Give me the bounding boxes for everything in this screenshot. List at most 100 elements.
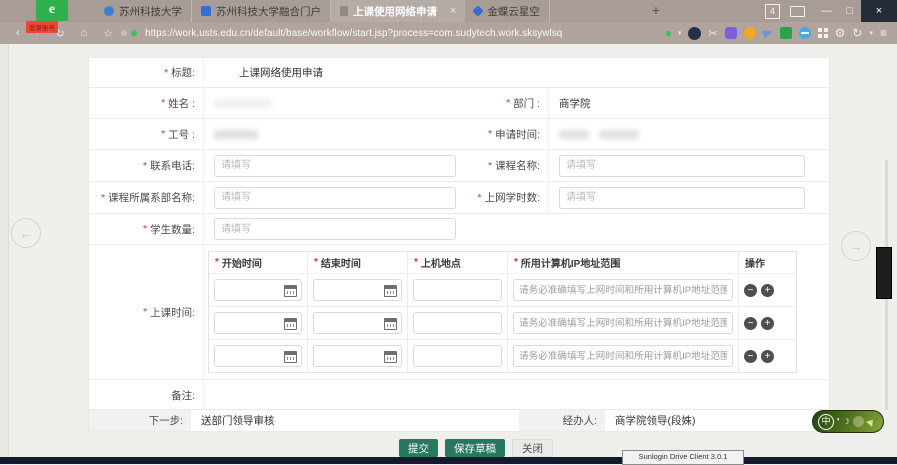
hours-input[interactable] [559, 187, 805, 209]
handler-value[interactable]: 商学院领导(段姝) [605, 410, 829, 431]
page-next-arrow[interactable]: → [841, 231, 871, 261]
required-marker: * [101, 192, 105, 204]
chevron-down-icon[interactable]: ▾ [869, 29, 873, 37]
share-minus-icon[interactable] [799, 27, 811, 39]
login-account-badge[interactable]: 登录账号 [26, 21, 58, 33]
page-favicon [340, 6, 348, 16]
header-operation: 操作 [738, 252, 796, 273]
home-icon[interactable]: ⌂ [81, 27, 88, 39]
tab-strip: 苏州科技大学 苏州科技大学融合门户 上课使用网络申请 × 金蝶云星空 [95, 0, 550, 22]
remove-row-button[interactable]: − [744, 317, 757, 330]
required-marker: * [477, 192, 481, 204]
phone-input[interactable] [214, 155, 456, 177]
ime-toolbar[interactable]: 中 ❜ ☽ [812, 410, 884, 433]
tray-icon[interactable] [790, 6, 805, 17]
close-window-button[interactable]: × [861, 0, 897, 22]
workflow-footer: 下一步: 送部门领导审核 经办人: 商学院领导(段姝) [88, 409, 830, 432]
adblock-icon[interactable] [688, 27, 701, 40]
tab-close-icon[interactable]: × [450, 5, 456, 17]
location-input[interactable] [413, 345, 502, 367]
history-undo-icon[interactable]: ↻ [852, 26, 862, 40]
remove-row-button[interactable]: − [744, 284, 757, 297]
course-dept-cell [204, 182, 456, 213]
redacted-name [214, 99, 272, 108]
tab-usts-home[interactable]: 苏州科技大学 [95, 0, 192, 22]
minimize-button[interactable]: — [815, 0, 838, 22]
url-text[interactable]: https://work.usts.edu.cn/default/base/wo… [145, 28, 562, 39]
handler-label: 经办人: [519, 410, 605, 431]
address-bar: ‹ › ↻ ⌂ ☆ https://work.usts.edu.cn/defau… [0, 22, 897, 44]
required-marker: * [161, 97, 165, 109]
remove-row-button[interactable]: − [744, 350, 757, 363]
add-row-button[interactable]: + [761, 284, 774, 297]
ime-arrow-icon[interactable] [866, 417, 876, 427]
site-info-icon[interactable] [121, 30, 127, 36]
extension-purple-icon[interactable] [725, 27, 737, 39]
location-input[interactable] [413, 279, 502, 301]
window-controls: 4 — □ × [765, 0, 897, 22]
close-button[interactable]: 关闭 [512, 439, 553, 457]
location-input[interactable] [413, 312, 502, 334]
send-page-icon[interactable] [762, 28, 774, 39]
title-value: 上课网络使用申请 [204, 58, 831, 87]
calendar-icon[interactable] [284, 318, 297, 330]
redacted-date [559, 130, 589, 139]
tab-usts-portal[interactable]: 苏州科技大学融合门户 [192, 0, 331, 22]
save-draft-button[interactable]: 保存草稿 [445, 439, 505, 457]
add-row-button[interactable]: + [761, 350, 774, 363]
tab-title: 上课使用网络申请 [353, 4, 437, 19]
dept-label: * 部门 : [456, 88, 549, 118]
required-marker: * [164, 67, 168, 79]
ip-range-input[interactable] [513, 312, 733, 334]
remark-value [204, 380, 831, 410]
scrollbar-thumb[interactable] [876, 247, 892, 299]
page-prev-arrow[interactable]: ← [11, 218, 41, 248]
restore-button[interactable]: □ [838, 0, 861, 22]
apps-grid-icon[interactable] [818, 28, 822, 32]
header-ip-range: * 所用计算机IP地址范围 [507, 252, 738, 273]
calendar-icon[interactable] [384, 318, 397, 330]
operation-cell: − + [738, 339, 796, 372]
ip-range-input[interactable] [513, 345, 733, 367]
screenshot-scissors-icon[interactable]: ✂ [708, 27, 717, 40]
tab-title: 苏州科技大学 [119, 4, 182, 19]
calendar-icon[interactable] [284, 285, 297, 297]
ime-moon-icon[interactable]: ☽ [843, 417, 850, 426]
submit-button[interactable]: 提交 [399, 439, 438, 457]
back-icon[interactable]: ‹ [16, 27, 20, 39]
required-marker: * [143, 160, 147, 172]
end-time-cell [307, 306, 407, 339]
chevron-down-icon[interactable]: ▾ [678, 29, 682, 37]
wechat-icon[interactable] [780, 27, 792, 39]
extension-orange-icon[interactable] [744, 27, 756, 39]
download-count-badge[interactable]: 4 [765, 4, 780, 19]
settings-gear-icon[interactable]: ⚙ [835, 26, 846, 40]
add-row-button[interactable]: + [761, 317, 774, 330]
ime-punctuation-icon[interactable]: ❜ [837, 417, 840, 426]
ip-range-input[interactable] [513, 279, 733, 301]
calendar-icon[interactable] [384, 351, 397, 363]
new-tab-button[interactable]: + [645, 0, 667, 22]
next-step-value[interactable]: 送部门领导审核 [191, 410, 519, 431]
course-dept-input[interactable] [214, 187, 456, 209]
menu-icon[interactable]: ≡ [880, 26, 887, 40]
redacted-empid [214, 130, 258, 139]
calendar-icon[interactable] [384, 285, 397, 297]
start-time-cell [209, 306, 307, 339]
browser-logo[interactable]: e [36, 0, 68, 21]
tab-network-application[interactable]: 上课使用网络申请 × [331, 0, 465, 22]
students-input[interactable] [214, 218, 456, 240]
course-input[interactable] [559, 155, 805, 177]
ime-keyboard-icon[interactable] [853, 416, 864, 427]
form-row-class-time: * 上课时间: * 开始时间 * 结束时间 * 上机地点 * 所用计 [89, 244, 829, 379]
class-time-label: * 上课时间: [89, 245, 204, 379]
form-row-name-dept: * 姓名 : * 部门 : 商学院 [89, 87, 829, 118]
form-row-coursedept-hours: * 课程所属系部名称: * 上网学时数: [89, 181, 829, 213]
ime-chinese-mode-icon[interactable]: 中 [818, 414, 834, 430]
tab-kingdee-cloud[interactable]: 金蝶云星空 [465, 0, 550, 22]
calendar-icon[interactable] [284, 351, 297, 363]
bookmark-star-icon[interactable]: ☆ [103, 27, 113, 40]
taskbar-strip [0, 457, 897, 464]
required-marker: * [215, 257, 219, 268]
class-time-cell: * 开始时间 * 结束时间 * 上机地点 * 所用计算机IP地址范围 操作 [204, 245, 831, 379]
